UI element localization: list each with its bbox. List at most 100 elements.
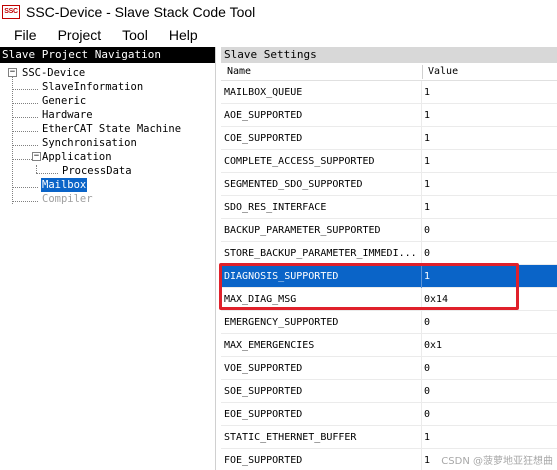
tree-node-application[interactable]: Application (42, 150, 112, 164)
tree-node-ssc-device[interactable]: SSC-Device (22, 66, 85, 80)
cell-divider (421, 242, 422, 265)
setting-name: COMPLETE_ACCESS_SUPPORTED (224, 156, 375, 167)
table-row[interactable]: VOE_SUPPORTED 0 (221, 357, 557, 380)
tree-connector (12, 76, 13, 204)
cell-divider (421, 426, 422, 449)
tree-node-generic[interactable]: Generic (42, 94, 86, 108)
navigation-pane: Slave Project Navigation − − SSC-Device … (0, 47, 216, 470)
tree-connector (12, 103, 38, 104)
cell-divider (421, 357, 422, 380)
collapse-icon[interactable]: − (32, 152, 41, 161)
column-divider[interactable] (422, 65, 423, 79)
table-row[interactable]: DIAGNOSIS_SUPPORTED 1 (221, 265, 557, 288)
tree-connector (12, 201, 38, 202)
cell-divider (421, 127, 422, 150)
menu-tool[interactable]: Tool (109, 24, 156, 46)
setting-value[interactable]: 0 (424, 317, 430, 328)
setting-value[interactable]: 1 (424, 87, 430, 98)
table-row[interactable]: STATIC_ETHERNET_BUFFER 1 (221, 426, 557, 449)
setting-value[interactable]: 1 (424, 202, 430, 213)
tree-connector (36, 165, 37, 173)
cell-divider (421, 150, 422, 173)
cell-divider (421, 219, 422, 242)
column-header-value[interactable]: Value (428, 66, 458, 77)
cell-divider (421, 288, 422, 311)
cell-divider (421, 449, 422, 470)
cell-divider (421, 104, 422, 127)
collapse-icon[interactable]: − (8, 68, 17, 77)
window-title: SSC-Device - Slave Stack Code Tool (26, 4, 256, 20)
tree-connector (12, 117, 38, 118)
settings-table: MAILBOX_QUEUE 1 AOE_SUPPORTED 1 COE_SUPPORTE… (221, 81, 557, 470)
table-row[interactable]: COMPLETE_ACCESS_SUPPORTED 1 (221, 150, 557, 173)
tree-node-compiler[interactable]: Compiler (42, 192, 93, 206)
table-row[interactable]: STORE_BACKUP_PARAMETER_IMMEDI... 0 (221, 242, 557, 265)
settings-header: Slave Settings (221, 47, 557, 63)
cell-divider (421, 81, 422, 104)
menu-help[interactable]: Help (156, 24, 206, 46)
setting-name: BACKUP_PARAMETER_SUPPORTED (224, 225, 381, 236)
cell-divider (421, 311, 422, 334)
tree-connector (12, 89, 38, 90)
setting-name: STATIC_ETHERNET_BUFFER (224, 432, 357, 443)
setting-name: FOE_SUPPORTED (224, 455, 303, 466)
table-row[interactable]: AOE_SUPPORTED 1 (221, 104, 557, 127)
cell-divider (421, 265, 422, 288)
setting-value[interactable]: 1 (424, 110, 430, 121)
table-row[interactable]: MAILBOX_QUEUE 1 (221, 81, 557, 104)
tree-node-mailbox[interactable]: Mailbox (41, 178, 88, 192)
settings-pane: Slave Settings Name Value MAILBOX_QUEUE 1… (221, 47, 557, 470)
setting-value[interactable]: 1 (424, 455, 430, 466)
column-header-name[interactable]: Name (227, 66, 251, 77)
table-row[interactable]: EMERGENCY_SUPPORTED 0 (221, 311, 557, 334)
setting-name: SOE_SUPPORTED (224, 386, 303, 397)
setting-value[interactable]: 0 (424, 409, 430, 420)
tree-node-synchronisation[interactable]: Synchronisation (42, 136, 137, 150)
table-row[interactable]: SEGMENTED_SDO_SUPPORTED 1 (221, 173, 557, 196)
tree-connector (12, 131, 38, 132)
menu-bar: File Project Tool Help (0, 24, 557, 46)
setting-name: DIAGNOSIS_SUPPORTED (224, 271, 339, 282)
menu-project[interactable]: Project (45, 24, 110, 46)
setting-value[interactable]: 0 (424, 363, 430, 374)
setting-value[interactable]: 1 (424, 179, 430, 190)
setting-value[interactable]: 0 (424, 386, 430, 397)
table-row[interactable]: SOE_SUPPORTED 0 (221, 380, 557, 403)
setting-name: AOE_SUPPORTED (224, 110, 303, 121)
tree-node-ethercat-state-machine[interactable]: EtherCAT State Machine (42, 122, 181, 136)
setting-name: EOE_SUPPORTED (224, 409, 303, 420)
tree-node-slave-information[interactable]: SlaveInformation (42, 80, 143, 94)
app-icon: SSC (2, 5, 20, 19)
setting-value[interactable]: 1 (424, 432, 430, 443)
tree-connector (12, 159, 32, 160)
project-tree: − − SSC-Device SlaveInformation Generic … (0, 63, 216, 263)
cell-divider (421, 334, 422, 357)
navigation-header: Slave Project Navigation (0, 47, 215, 63)
setting-name: SEGMENTED_SDO_SUPPORTED (224, 179, 363, 190)
cell-divider (421, 380, 422, 403)
table-row[interactable]: MAX_DIAG_MSG 0x14 (221, 288, 557, 311)
setting-value[interactable]: 0x1 (424, 340, 442, 351)
table-row[interactable]: BACKUP_PARAMETER_SUPPORTED 0 (221, 219, 557, 242)
menu-file[interactable]: File (0, 24, 45, 46)
table-row[interactable]: COE_SUPPORTED 1 (221, 127, 557, 150)
table-row[interactable]: SDO_RES_INTERFACE 1 (221, 196, 557, 219)
setting-value[interactable]: 0 (424, 225, 430, 236)
cell-divider (421, 173, 422, 196)
setting-name: MAX_EMERGENCIES (224, 340, 315, 351)
tree-node-process-data[interactable]: ProcessData (62, 164, 132, 178)
cell-divider (421, 403, 422, 426)
setting-value[interactable]: 1 (424, 271, 430, 282)
setting-value[interactable]: 0 (424, 248, 430, 259)
setting-value[interactable]: 0x14 (424, 294, 448, 305)
tree-node-hardware[interactable]: Hardware (42, 108, 93, 122)
tree-connector (36, 173, 58, 174)
setting-value[interactable]: 1 (424, 156, 430, 167)
setting-value[interactable]: 1 (424, 133, 430, 144)
table-row[interactable]: MAX_EMERGENCIES 0x1 (221, 334, 557, 357)
tree-connector (12, 187, 38, 188)
table-row[interactable]: EOE_SUPPORTED 0 (221, 403, 557, 426)
setting-name: EMERGENCY_SUPPORTED (224, 317, 339, 328)
setting-name: MAILBOX_QUEUE (224, 87, 303, 98)
setting-name: SDO_RES_INTERFACE (224, 202, 327, 213)
